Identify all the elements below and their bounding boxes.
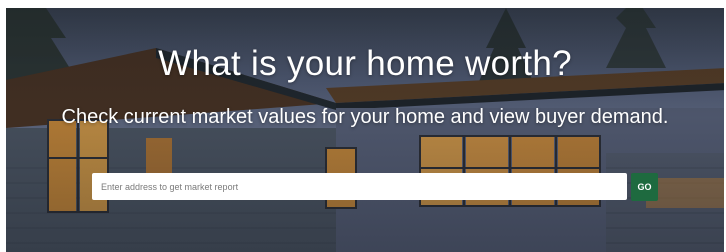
go-button[interactable]: GO <box>631 173 658 201</box>
address-search-input[interactable] <box>92 173 627 200</box>
hero-title: What is your home worth? <box>158 44 572 83</box>
hero-banner: What is your home worth? Check current m… <box>6 8 724 252</box>
hero-subtitle: Check current market values for your hom… <box>61 106 669 128</box>
